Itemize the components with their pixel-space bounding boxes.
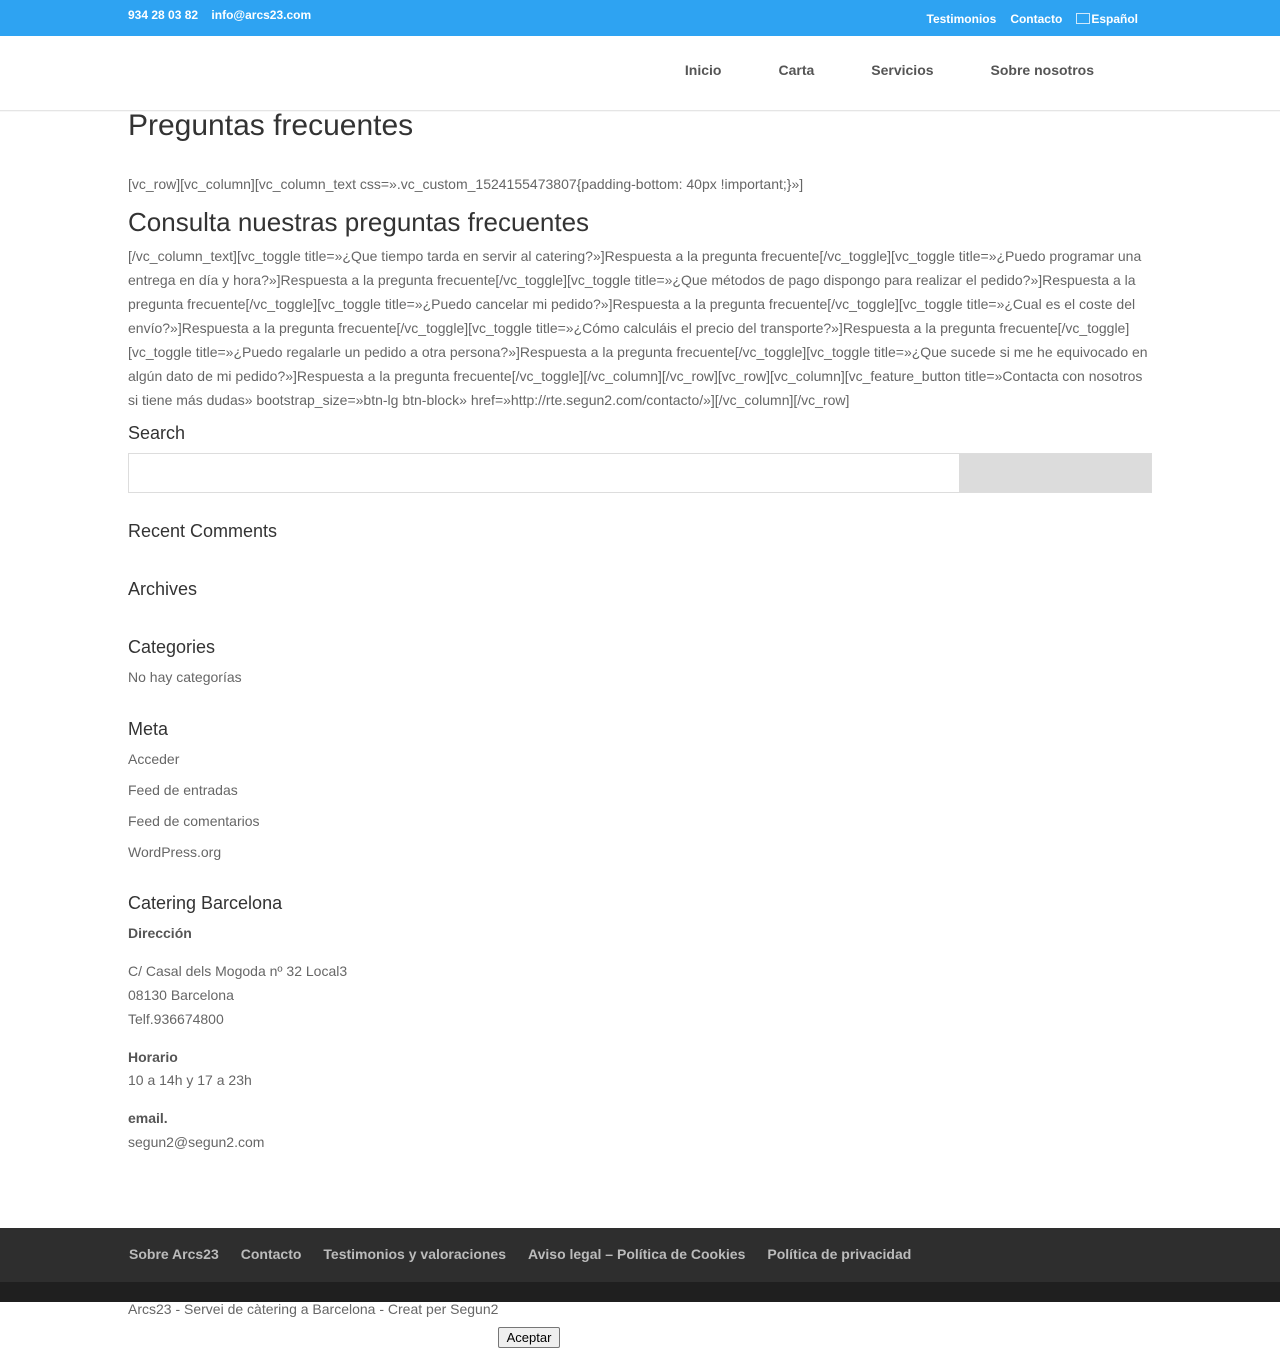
footer-bottom-bar	[0, 1282, 1280, 1302]
info-widget-title: Catering Barcelona	[128, 893, 283, 913]
shortcode-text-body: [/vc_column_text][vc_toggle title=»¿Que …	[128, 248, 1148, 408]
section-subtitle: Consulta nuestras preguntas frecuentes	[128, 207, 590, 237]
horario-value: 10 a 14h y 17 a 23h	[128, 1072, 252, 1088]
meta-title: Meta	[128, 719, 169, 739]
footer-link-contacto[interactable]: Contacto	[241, 1246, 302, 1262]
main-header: Inicio Carta Servicios Sobre nosotros	[0, 36, 1280, 111]
flag-icon	[1076, 13, 1091, 24]
address-line-1: C/ Casal dels Mogoda nº 32 Local3	[128, 963, 348, 979]
top-contact-info: 934 28 03 82 info@arcs23.com	[128, 8, 321, 22]
address-line-2: 08130 Barcelona	[128, 987, 234, 1003]
direccion-label: Dirección	[128, 925, 192, 941]
nav-item-servicios[interactable]: Servicios	[871, 62, 933, 78]
phone-number[interactable]: 934 28 03 82	[128, 8, 198, 22]
meta-link-feed-entradas[interactable]: Feed de entradas	[128, 782, 238, 798]
footer-link-testimonios[interactable]: Testimonios y valoraciones	[323, 1246, 506, 1262]
meta-link-feed-comentarios[interactable]: Feed de comentarios	[128, 813, 260, 829]
archives-title: Archives	[128, 579, 198, 599]
main-content: Preguntas frecuentes [vc_row][vc_column]…	[128, 109, 1152, 1150]
main-nav: Inicio Carta Servicios Sobre nosotros	[685, 62, 1094, 78]
meta-link-acceder[interactable]: Acceder	[128, 751, 179, 767]
footer-links: Sobre Arcs23 Contacto Testimonios y valo…	[129, 1246, 911, 1262]
nav-item-carta[interactable]: Carta	[778, 62, 814, 78]
email-link[interactable]: info@arcs23.com	[211, 8, 311, 22]
search-input[interactable]	[129, 454, 959, 492]
search-form	[128, 453, 1152, 493]
shortcode-text-top: [vc_row][vc_column][vc_column_text css=»…	[128, 176, 804, 192]
search-widget-title: Search	[128, 423, 186, 443]
email-label: email.	[128, 1110, 168, 1126]
top-link-contacto[interactable]: Contacto	[1010, 12, 1062, 26]
top-bar: 934 28 03 82 info@arcs23.com Testimonios…	[0, 0, 1280, 36]
nav-item-inicio[interactable]: Inicio	[685, 62, 722, 78]
top-links: Testimonios Contacto Español	[927, 12, 1138, 26]
nav-item-sobre-nosotros[interactable]: Sobre nosotros	[991, 62, 1094, 78]
footer-link-aviso-legal[interactable]: Aviso legal – Política de Cookies	[528, 1246, 745, 1262]
meta-link-wordpress[interactable]: WordPress.org	[128, 844, 221, 860]
categories-title: Categories	[128, 637, 216, 657]
search-button[interactable]	[959, 454, 1151, 492]
footer-link-sobre-arcs23[interactable]: Sobre Arcs23	[129, 1246, 219, 1262]
categories-empty: No hay categorías	[128, 669, 242, 685]
accept-cookies-button[interactable]: Aceptar	[498, 1327, 560, 1348]
language-switcher[interactable]: Español	[1076, 12, 1138, 26]
footer-credits: Arcs23 - Servei de càtering a Barcelona …	[128, 1301, 499, 1317]
recent-comments-title: Recent Comments	[128, 521, 278, 541]
horario-label: Horario	[128, 1049, 178, 1065]
info-email: segun2@segun2.com	[128, 1134, 265, 1150]
footer-nav-bar: Sobre Arcs23 Contacto Testimonios y valo…	[0, 1228, 1280, 1282]
top-link-testimonios[interactable]: Testimonios	[927, 12, 997, 26]
language-label: Español	[1091, 12, 1138, 26]
page-title: Preguntas frecuentes	[128, 109, 414, 142]
info-phone: Telf.936674800	[128, 1011, 224, 1027]
footer-link-privacidad[interactable]: Política de privacidad	[767, 1246, 911, 1262]
